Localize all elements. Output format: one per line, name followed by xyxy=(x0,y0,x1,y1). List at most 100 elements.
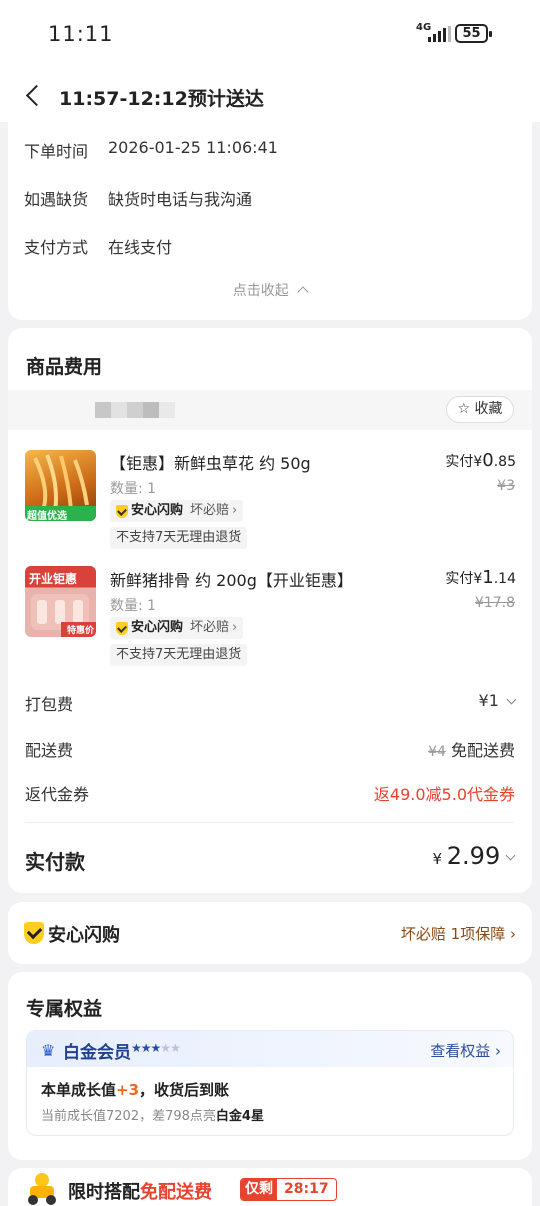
total-value: 2.99 xyxy=(446,842,501,870)
coupon-value: 返49.0减5.0代金券 xyxy=(373,785,515,804)
goods-fee-card: 商品费用 ☆ 收藏 超值优选 【钜惠】新鲜虫草花 约 50g 数量: 1 安心闪… xyxy=(8,328,532,893)
chevron-right-icon: › xyxy=(232,620,238,635)
chevron-down-icon xyxy=(505,850,516,861)
store-row: ☆ 收藏 xyxy=(8,390,532,430)
signal-icon xyxy=(428,26,451,42)
product-image-badge: 开业钜惠 xyxy=(29,572,78,586)
battery-icon: 55 xyxy=(455,24,492,43)
product-original-price: ¥3 xyxy=(497,478,515,494)
safe-purchase-tag[interactable]: 安心闪购 坏必赔 › xyxy=(110,617,244,639)
payment-method-label: 支付方式 xyxy=(24,238,89,257)
current-growth-text: 当前成长值7202，差798点亮 xyxy=(41,1109,216,1124)
out-of-stock-value: 缺货时电话与我沟通 xyxy=(108,190,253,209)
paid-integer: 0 xyxy=(482,450,494,471)
scooter-delivery-icon xyxy=(28,1173,56,1205)
chevron-down-icon xyxy=(506,694,517,705)
timer-label: 仅剩 xyxy=(241,1179,277,1200)
order-info-card: 下单时间 2026-01-25 11:06:41 如遇缺货 缺货时电话与我沟通 … xyxy=(8,108,532,320)
product-name[interactable]: 【钜惠】新鲜虫草花 约 50g xyxy=(110,450,311,474)
chevron-right-icon: › xyxy=(510,925,516,943)
no-return-tag: 不支持7天无理由退货 xyxy=(110,527,248,549)
clock: 11:11 xyxy=(48,22,114,46)
product-image-badge: 超值优选 xyxy=(27,511,67,521)
benefits-title: 专属权益 xyxy=(26,998,103,1020)
paid-prefix: 实付 xyxy=(445,454,474,470)
member-box: ♛ 白金会员 ★★★★★ 查看权益 › 本单成长值+3，收货后到账 当前成长值7… xyxy=(26,1030,514,1136)
product-paid-price: 实付¥0.85 xyxy=(445,450,516,471)
delivery-fee-row: 配送费 ¥4 免配送费 xyxy=(25,737,515,761)
growth-text: 本单成长值 xyxy=(41,1081,117,1099)
coupon-label: 返代金券 xyxy=(25,785,90,804)
packing-fee-label: 打包费 xyxy=(25,695,74,714)
safe-purchase-label: 安心闪购 xyxy=(131,503,184,518)
page-title: 11:57-12:12预计送达 xyxy=(59,88,264,110)
out-of-stock-row: 如遇缺货 缺货时电话与我沟通 xyxy=(24,186,252,210)
product-image[interactable]: 开业钜惠 特惠价 xyxy=(25,566,96,637)
store-name-blurred xyxy=(159,402,175,418)
product-original-price: ¥17.8 xyxy=(474,595,515,611)
chevron-right-icon: › xyxy=(495,1042,501,1060)
back-arrow-icon[interactable] xyxy=(22,84,46,108)
safe-purchase-label: 安心闪购 xyxy=(131,620,184,635)
view-benefits-link[interactable]: 查看权益 › xyxy=(430,1040,501,1061)
total-label: 实付款 xyxy=(25,850,85,874)
shield-check-icon xyxy=(24,922,44,944)
product-image-badge: 特惠价 xyxy=(67,626,95,636)
countdown-timer: 仅剩 28:17 xyxy=(240,1178,337,1201)
paid-prefix: 实付 xyxy=(445,571,474,587)
packing-fee-value: ¥1 xyxy=(478,691,499,710)
total-currency: ¥ xyxy=(432,850,442,868)
out-of-stock-label: 如遇缺货 xyxy=(24,190,89,209)
delivery-fee-original: ¥4 xyxy=(428,744,446,760)
promo-card[interactable]: 限时搭配免配送费 仅剩 28:17 xyxy=(8,1168,532,1206)
star-filled-icon: ★ xyxy=(150,1041,162,1055)
safe-purchase-tag[interactable]: 安心闪购 坏必赔 › xyxy=(110,500,244,522)
growth-plus: +3 xyxy=(116,1081,140,1099)
star-outline-icon: ☆ xyxy=(457,401,471,417)
shield-check-icon xyxy=(116,621,128,635)
guarantee-title: 安心闪购 xyxy=(48,925,120,946)
product-image[interactable]: 超值优选 xyxy=(25,450,96,521)
paid-currency: ¥ xyxy=(473,571,483,587)
guarantee-link[interactable]: 坏必赔 1项保障 › xyxy=(401,923,516,944)
order-time-label: 下单时间 xyxy=(24,142,89,161)
shield-check-icon xyxy=(116,504,128,518)
star-filled-icon: ★ xyxy=(131,1041,142,1055)
coupon-row: 返代金券 返49.0减5.0代金券 xyxy=(25,781,515,805)
order-time-row: 下单时间 2026-01-25 11:06:41 xyxy=(24,138,278,162)
chevron-right-icon: › xyxy=(232,503,238,518)
payment-method-value: 在线支付 xyxy=(108,238,173,257)
product-paid-price: 实付¥1.14 xyxy=(445,567,516,588)
store-name-blurred xyxy=(95,402,111,418)
store-name-blurred xyxy=(127,402,143,418)
payment-method-row: 支付方式 在线支付 xyxy=(24,234,172,258)
paid-integer: 1 xyxy=(482,567,494,588)
total-amount[interactable]: ¥ 2.99 xyxy=(432,842,516,870)
star-empty-icon: ★ xyxy=(170,1041,181,1055)
star-filled-icon: ★ xyxy=(140,1041,152,1055)
paid-decimal: .85 xyxy=(493,454,516,470)
growth-value-line: 本单成长值+3，收货后到账 xyxy=(41,1079,229,1100)
order-time-value: 2026-01-25 11:06:41 xyxy=(108,138,278,157)
packing-fee-row[interactable]: 打包费 ¥1 xyxy=(25,691,517,715)
status-bar: 11:11 4G 55 xyxy=(0,0,540,70)
guarantee-card[interactable]: 安心闪购 坏必赔 1项保障 › xyxy=(8,902,532,964)
no-return-tag: 不支持7天无理由退货 xyxy=(110,644,248,666)
current-growth-line: 当前成长值7202，差798点亮白金4星 xyxy=(41,1105,264,1124)
benefits-card: 专属权益 ♛ 白金会员 ★★★★★ 查看权益 › 本单成长值+3，收货后到账 当… xyxy=(8,972,532,1160)
growth-text-suffix: ，收货后到账 xyxy=(139,1081,230,1099)
damage-compensation-label: 坏必赔 xyxy=(190,620,230,635)
product-name[interactable]: 新鲜猪排骨 约 200g【开业钜惠】 xyxy=(110,567,353,591)
delivery-fee-label: 配送费 xyxy=(25,741,74,760)
favorite-button[interactable]: ☆ 收藏 xyxy=(446,396,514,423)
timer-value: 28:17 xyxy=(284,1181,329,1197)
divider xyxy=(25,822,515,823)
paid-decimal: .14 xyxy=(493,571,516,587)
collapse-button[interactable]: 点击收起 xyxy=(8,280,532,300)
star-empty-icon: ★ xyxy=(160,1041,171,1055)
store-name-blurred xyxy=(111,402,127,418)
member-header: ♛ 白金会员 ★★★★★ 查看权益 › xyxy=(27,1031,513,1067)
favorite-label: 收藏 xyxy=(474,401,503,417)
goods-section-title: 商品费用 xyxy=(26,356,103,378)
promo-title: 限时搭配免配送费 xyxy=(68,1178,212,1204)
